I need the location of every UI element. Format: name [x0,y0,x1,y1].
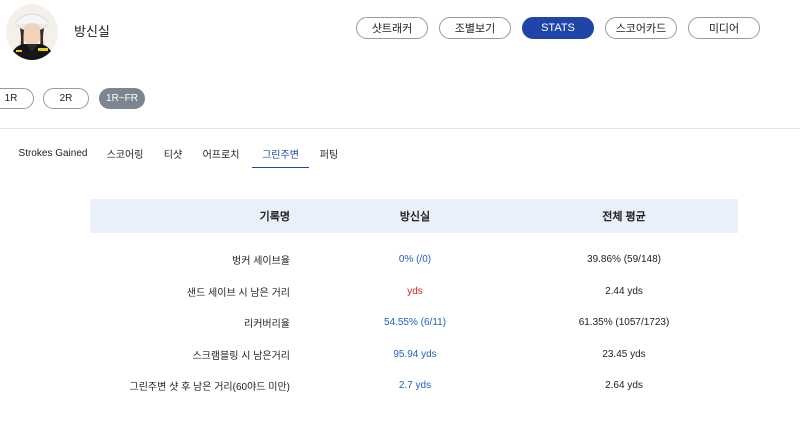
row-label: 벙커 세이브율 [232,256,290,267]
row-label: 리커버리율 [244,319,290,330]
stats-table: 기록명 방신실 전체 평균 벙커 세이브율 0% (/0) 39.86% (59… [0,178,800,429]
row-average-value: 39.86% (59/148) [587,254,661,265]
table-header: 기록명 방신실 전체 평균 [90,199,738,233]
table-row: 스크램블링 시 남은거리 95.94 yds 23.45 yds [90,339,738,370]
player-header: 방신실 샷트래커 조별보기 STATS 스코어카드 미디어 [0,0,800,62]
stats-tabs: Strokes Gained 스코어링 티샷 어프로치 그린주변 퍼팅 [0,128,800,178]
player-photo-icon [6,4,58,60]
header-record-name: 기록명 [259,211,290,223]
header-player: 방신실 [399,211,431,223]
nav-stats-button[interactable]: STATS [522,17,594,39]
table-row: 벙커 세이브율 0% (/0) 39.86% (59/148) [90,244,738,275]
tab-strokes-gained[interactable]: Strokes Gained [18,129,88,178]
tab-putting[interactable]: 퍼팅 [317,129,341,178]
round-all-button[interactable]: 1R~FR [99,88,145,109]
round-1r-button[interactable]: 1R [0,88,34,109]
tab-around-green[interactable]: 그린주변 [252,129,309,178]
table-row: 리커버리율 54.55% (6/11) 61.35% (1057/1723) [90,307,738,338]
round-2r-button[interactable]: 2R [43,88,89,109]
row-average-value: 2.64 yds [605,380,643,391]
row-player-value[interactable]: 2.7 yds [320,370,510,401]
tab-scoring[interactable]: 스코어링 [104,129,146,178]
table-row: 그린주변 샷 후 남은 거리(60야드 미만) 2.7 yds 2.64 yds [90,370,738,401]
tab-tee-shot[interactable]: 티샷 [160,129,186,178]
row-player-value[interactable]: 54.55% (6/11) [320,307,510,338]
nav-scorecard-button[interactable]: 스코어카드 [605,17,677,39]
nav-media-button[interactable]: 미디어 [688,17,760,39]
tab-approach[interactable]: 어프로치 [200,129,242,178]
row-average-value: 61.35% (1057/1723) [578,317,670,328]
row-label: 스크램블링 시 남은거리 [192,351,290,362]
header-overall-average: 전체 평균 [602,211,646,223]
row-player-value[interactable]: yds [320,276,510,307]
row-average-value: 23.45 yds [602,349,646,360]
row-player-value[interactable]: 0% (/0) [320,244,510,275]
nav-group-view-button[interactable]: 조별보기 [439,17,511,39]
table-row: 샌드 세이브 시 남은 거리 yds 2.44 yds [90,276,738,307]
nav-shot-tracker-button[interactable]: 샷트래커 [356,17,428,39]
row-label: 그린주변 샷 후 남은 거리(60야드 미만) [129,382,290,393]
player-avatar [6,4,58,60]
top-nav: 샷트래커 조별보기 STATS 스코어카드 미디어 [356,17,771,39]
player-name: 방신실 [74,24,110,39]
row-label: 샌드 세이브 시 남은 거리 [186,288,290,299]
row-average-value: 2.44 yds [605,286,643,297]
row-player-value[interactable]: 95.94 yds [320,339,510,370]
